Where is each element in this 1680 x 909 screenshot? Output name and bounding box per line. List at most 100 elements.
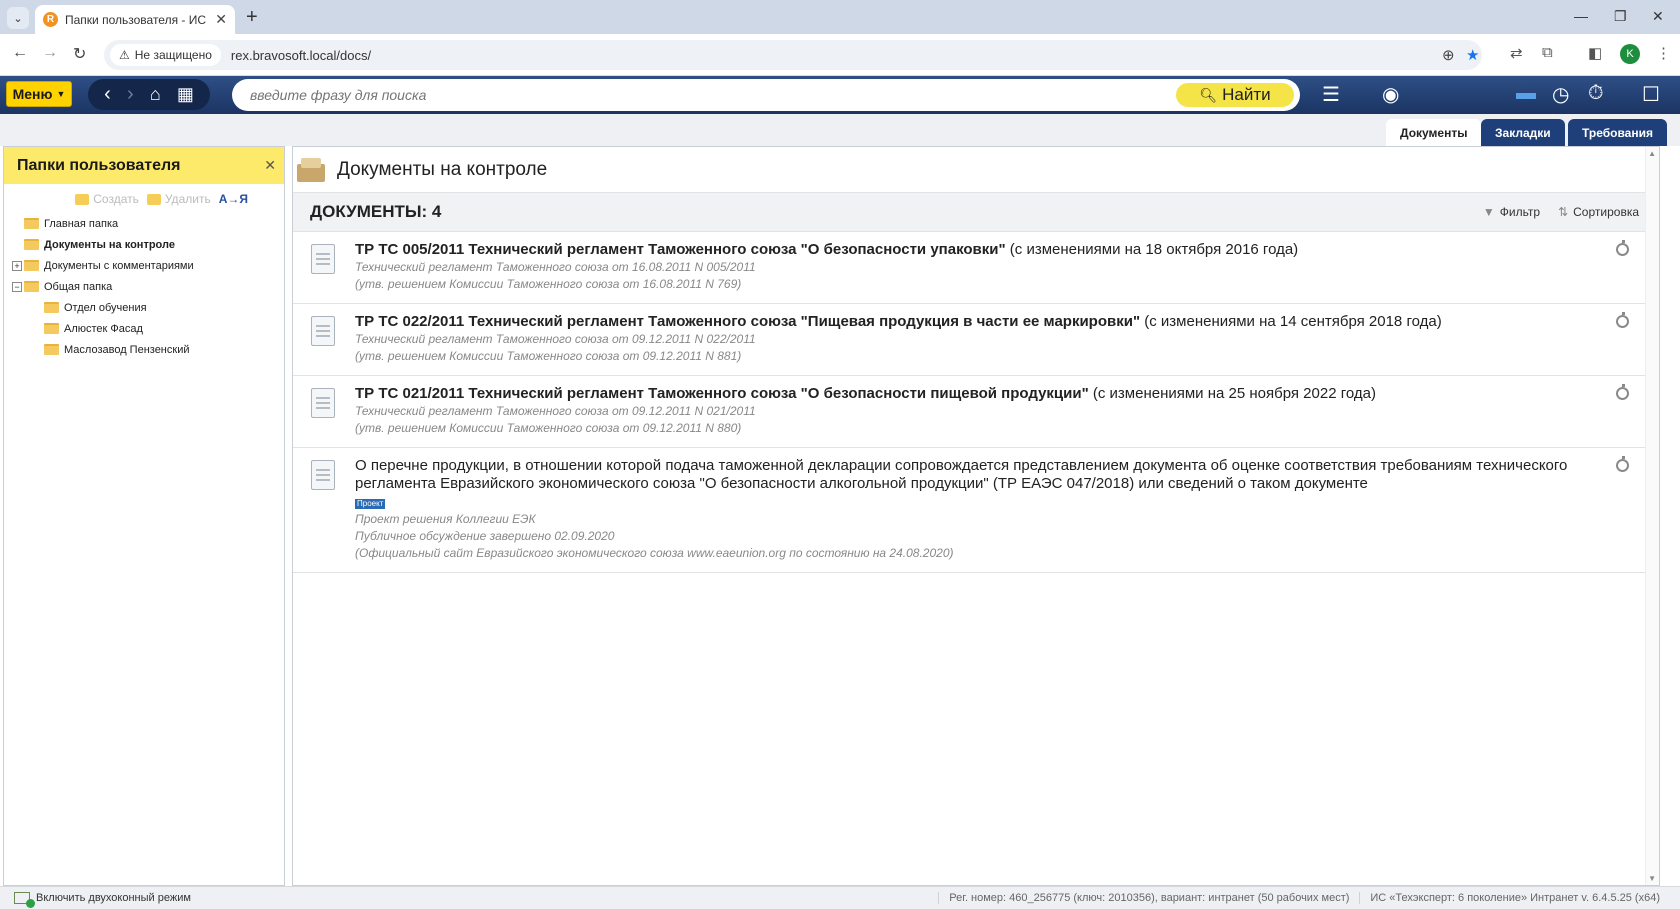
hamburger-icon[interactable]: ☰ (1322, 82, 1340, 107)
translate-icon[interactable]: ⇄ (1510, 44, 1523, 62)
zoom-icon[interactable]: ⊕ (1442, 46, 1455, 64)
expand-icon[interactable]: + (12, 260, 22, 271)
browser-tab[interactable]: R Папки пользователя - ИС «Те ✕ (35, 5, 235, 34)
omnibox[interactable]: ⚠ Не защищено rex.bravosoft.local/docs/ … (104, 40, 1482, 70)
folder-label: Общая папка (44, 280, 113, 293)
tab-bookmarks[interactable]: Закладки (1481, 119, 1565, 146)
history-icon[interactable]: ◷ (1552, 82, 1569, 107)
filter-label: Фильтр (1499, 205, 1541, 219)
side-panel-icon[interactable]: ◧ (1588, 44, 1602, 62)
folder-item[interactable]: Маслозавод Пензенский (4, 339, 284, 360)
grid-icon[interactable]: ▦ (177, 84, 194, 105)
folder-item[interactable]: + Документы с комментариями (4, 255, 284, 276)
document-meta: Публичное обсуждение завершено 02.09.202… (355, 529, 615, 543)
scroll-down-icon[interactable]: ▼ (1648, 874, 1656, 883)
reload-icon[interactable]: ↻ (73, 44, 86, 64)
draft-badge: Проект (355, 499, 386, 509)
folder-item[interactable]: Отдел обучения (4, 297, 284, 318)
folder-item[interactable]: Документы на контроле (4, 234, 284, 255)
extensions-icon[interactable]: ⧉ (1542, 44, 1553, 61)
collapse-icon[interactable]: − (12, 281, 22, 292)
sort-button[interactable]: ⇅ Сортировка (1558, 205, 1639, 219)
panel-tabs: Документы Закладки Требования (0, 114, 1680, 146)
tab-search-dropdown[interactable]: ⌄ (7, 7, 29, 29)
folders-title: Папки пользователя (17, 156, 181, 174)
control-stopwatch-icon[interactable] (1616, 240, 1629, 256)
status-info: Рег. номер: 460_256775 (ключ: 2010356), … (938, 892, 1670, 904)
restore-icon[interactable]: ❐ (1614, 8, 1627, 25)
user-icon[interactable]: ◉ (1382, 82, 1399, 107)
document-title-main: ТР ТС 022/2011 Технический регламент Там… (355, 313, 1141, 330)
panel-close-icon[interactable]: ✕ (264, 157, 276, 174)
dual-window-toggle[interactable]: Включить двухоконный режим (14, 892, 191, 908)
stopwatch-icon[interactable]: ⏱︎ (1588, 82, 1604, 105)
security-indicator[interactable]: ⚠ Не защищено (110, 44, 221, 66)
control-stopwatch-icon[interactable] (1616, 456, 1629, 472)
document-row[interactable]: ТР ТС 005/2011 Технический регламент Там… (293, 232, 1659, 304)
control-stopwatch-icon[interactable] (1616, 312, 1629, 328)
search-box: 🔍︎ Найти (232, 79, 1300, 111)
delete-folder-icon (146, 193, 161, 205)
document-title[interactable]: О перечне продукции, в отношении которой… (355, 457, 1599, 493)
delete-folder-button[interactable]: Удалить (146, 192, 211, 206)
folder-label: Маслозавод Пензенский (64, 343, 190, 356)
find-button[interactable]: 🔍︎ Найти (1176, 83, 1294, 107)
new-tab-icon[interactable]: + (246, 6, 258, 29)
url-text[interactable]: rex.bravosoft.local/docs/ (231, 48, 371, 63)
bookmark-star-icon[interactable]: ★ (1466, 46, 1479, 64)
folder-icon (24, 260, 39, 271)
minimize-icon[interactable]: — (1574, 8, 1588, 24)
documents-header: Документы на контроле (293, 147, 1659, 192)
list-controls: ▼ Фильтр ⇅ Сортировка (1465, 205, 1639, 219)
nav-forward-icon[interactable]: › (127, 83, 134, 106)
document-meta: (утв. решением Комиссии Таможенного союз… (355, 277, 742, 291)
control-stopwatch-icon[interactable] (1616, 384, 1629, 400)
folder-item[interactable]: Алюстек Фасад (4, 318, 284, 339)
folder-label: Главная папка (44, 217, 119, 230)
document-meta: Технический регламент Таможенного союза … (355, 332, 756, 346)
folder-item[interactable]: Главная папка (4, 213, 284, 234)
menu-label: Меню (12, 86, 53, 102)
messages-icon[interactable]: ☐ (1642, 82, 1660, 107)
scrollbar[interactable]: ▲ ▼ (1645, 147, 1659, 885)
document-title[interactable]: ТР ТС 022/2011 Технический регламент Там… (355, 313, 1599, 331)
tab-close-icon[interactable]: ✕ (215, 11, 227, 28)
document-title-main: ТР ТС 021/2011 Технический регламент Там… (355, 385, 1089, 402)
back-icon[interactable]: ← (12, 44, 28, 62)
site-favicon-icon: R (43, 12, 58, 27)
document-row[interactable]: ТР ТС 021/2011 Технический регламент Там… (293, 376, 1659, 448)
tab-requirements[interactable]: Требования (1568, 119, 1667, 146)
profile-avatar[interactable]: K (1620, 44, 1640, 64)
search-input[interactable] (250, 87, 1176, 103)
forward-icon[interactable]: → (42, 44, 58, 62)
document-row[interactable]: ТР ТС 022/2011 Технический регламент Там… (293, 304, 1659, 376)
nav-back-icon[interactable]: ‹ (104, 83, 111, 106)
document-title[interactable]: ТР ТС 021/2011 Технический регламент Там… (355, 385, 1599, 403)
scroll-up-icon[interactable]: ▲ (1648, 149, 1656, 158)
warning-icon: ⚠ (119, 48, 130, 62)
funnel-icon: ▼ (1482, 205, 1495, 219)
nav-group: ‹ › ⌂ ▦ (88, 79, 210, 110)
find-label: Найти (1222, 85, 1271, 104)
folder-icon[interactable]: ▬ (1516, 82, 1536, 105)
window-close-icon[interactable]: ✕ (1652, 8, 1664, 25)
browser-tab-title: Папки пользователя - ИС «Те (65, 12, 209, 27)
menu-button[interactable]: Меню ▼ (6, 81, 72, 107)
status-bar: Включить двухоконный режим Рег. номер: 4… (0, 886, 1680, 909)
document-meta: (Официальный сайт Евразийского экономиче… (355, 546, 954, 560)
browser-menu-icon[interactable]: ⋮ (1656, 44, 1671, 62)
document-title-text: О перечне продукции, в отношении которой… (355, 457, 1568, 492)
sort-label: Сортировка (1573, 205, 1639, 219)
tab-documents[interactable]: Документы (1386, 119, 1482, 146)
create-folder-button[interactable]: Создать (75, 192, 139, 206)
folder-item[interactable]: − Общая папка (4, 276, 284, 297)
document-row[interactable]: О перечне продукции, в отношении которой… (293, 448, 1659, 573)
home-icon[interactable]: ⌂ (150, 84, 161, 105)
document-title-status: (с изменениями на 14 сентября 2018 года) (1140, 313, 1442, 330)
document-title[interactable]: ТР ТС 005/2011 Технический регламент Там… (355, 241, 1599, 259)
filter-button[interactable]: ▼ Фильтр (1483, 205, 1540, 219)
draft-document-icon (311, 460, 335, 490)
sort-az-button[interactable]: А→Я (219, 192, 248, 206)
delete-label: Удалить (164, 192, 211, 206)
folder-label: Алюстек Фасад (64, 322, 143, 335)
